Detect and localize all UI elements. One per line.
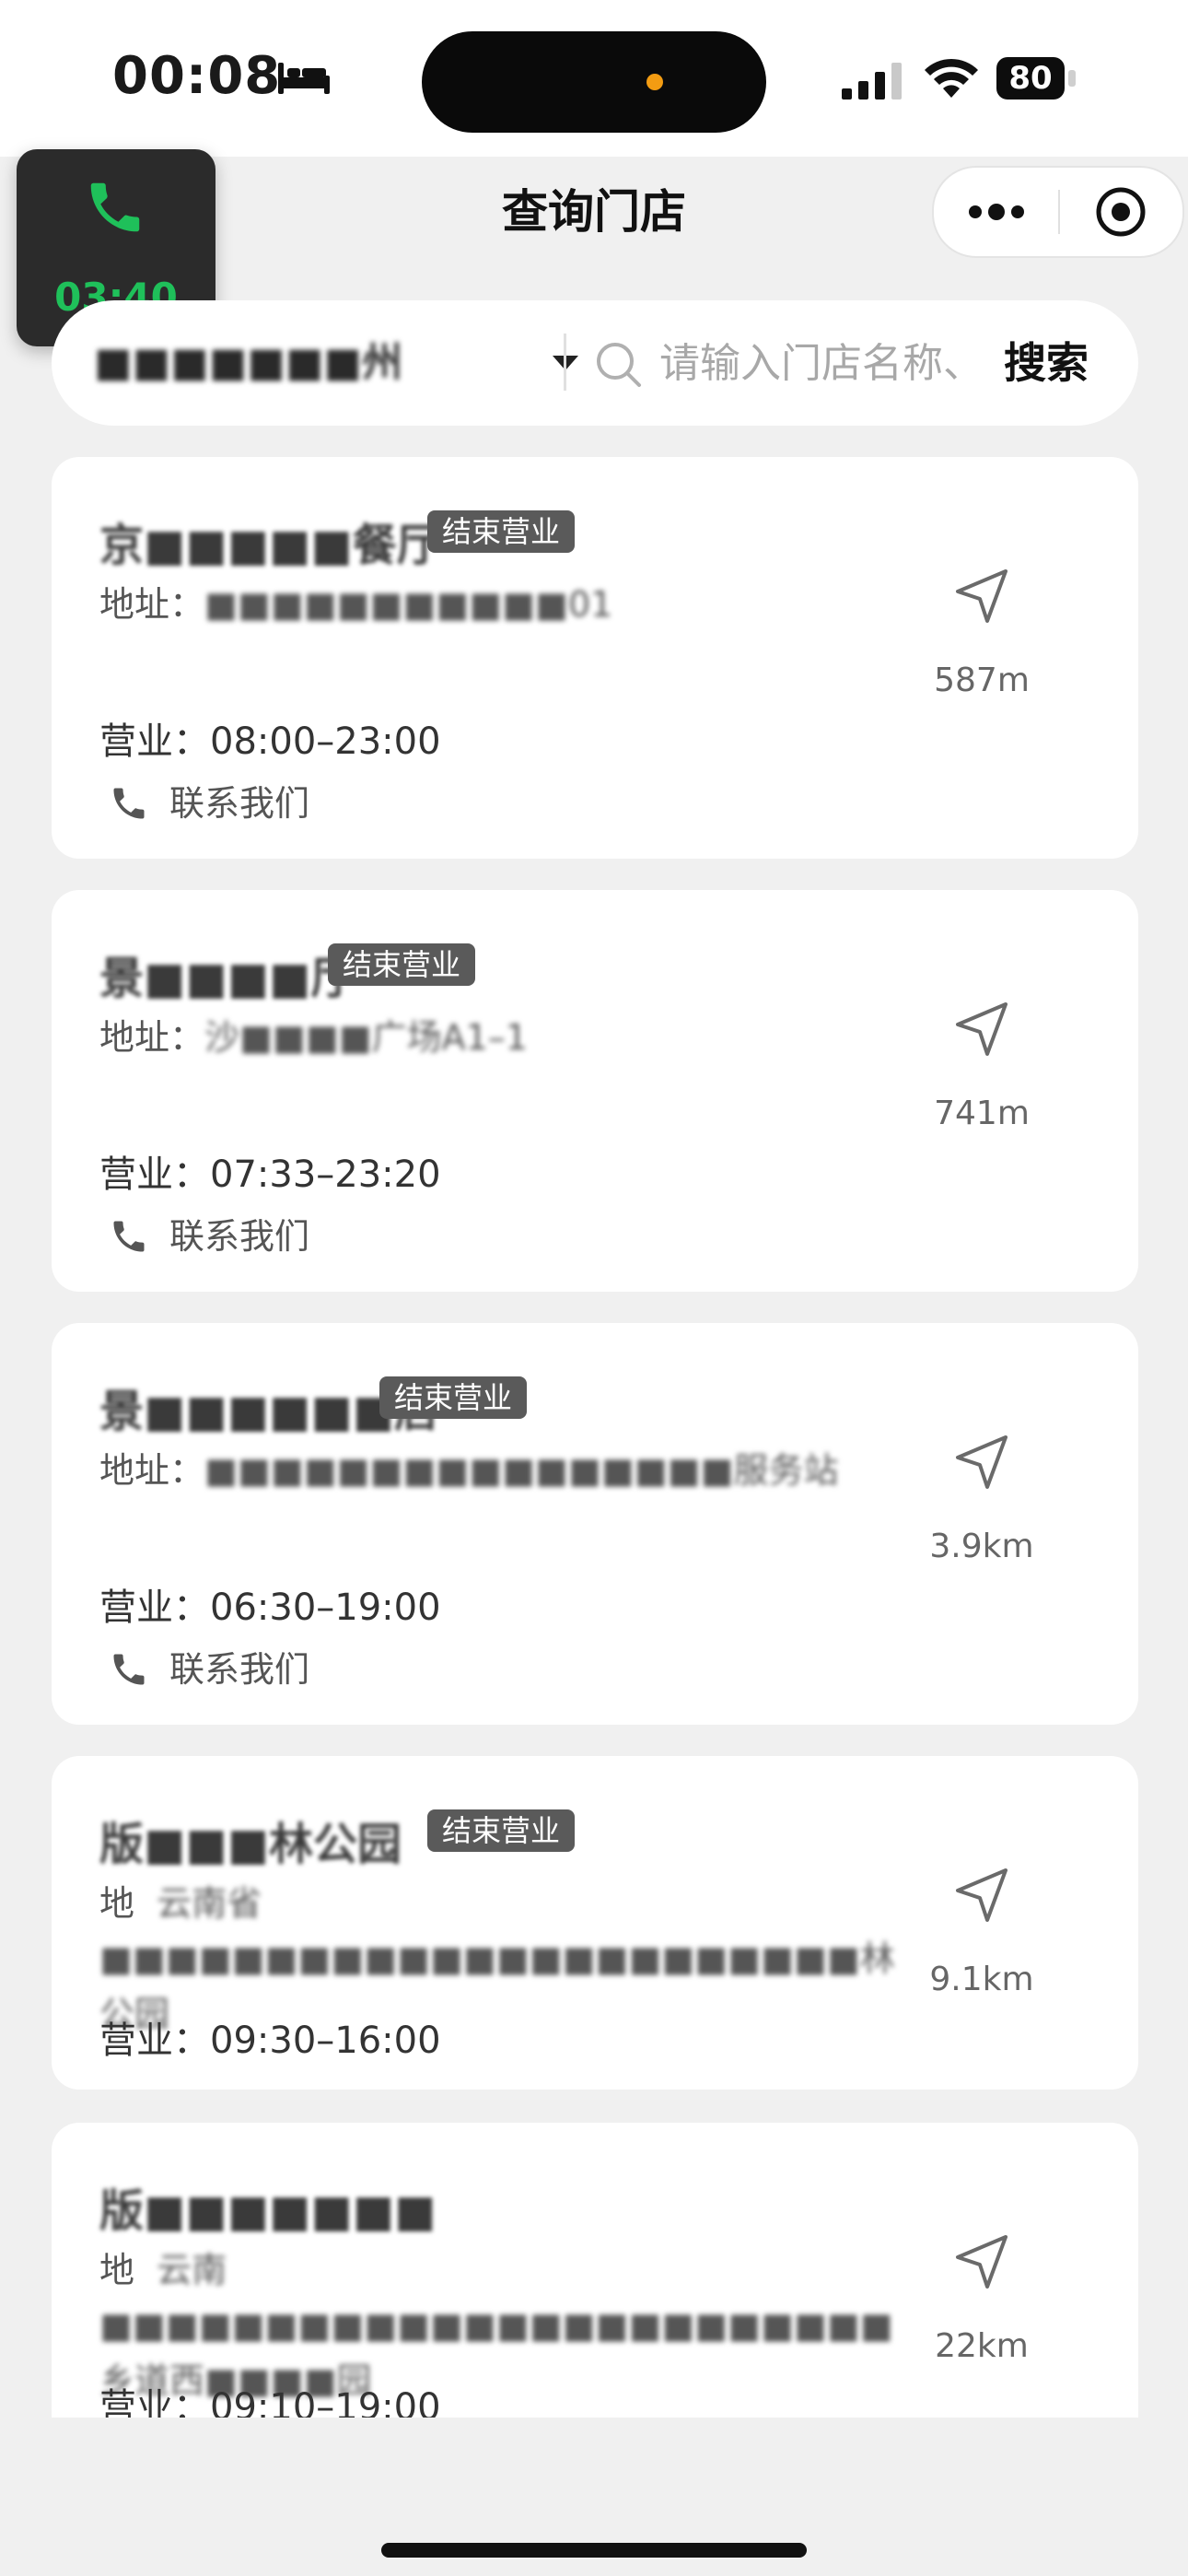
hours-label: 营业： xyxy=(99,2386,210,2418)
store-address: 地址：沙■■■■广场A1–1 xyxy=(99,1010,901,1065)
store-card[interactable]: 京■■■■■餐厅 结束营业 地址：■■■■■■■■■■■01 587m 营业：0… xyxy=(52,457,1138,859)
address-label: 地 xyxy=(99,2250,135,2290)
hours-value: 08:00–23:00 xyxy=(210,720,441,763)
contact-us-label: 联系我们 xyxy=(169,783,310,824)
close-miniprogram-button[interactable] xyxy=(1060,168,1182,256)
store-hours: 营业：09:30–16:00 xyxy=(99,2010,441,2064)
wifi-icon xyxy=(925,58,978,98)
hours-value: 09:10–19:00 xyxy=(210,2386,441,2418)
search-button[interactable]: 搜索 xyxy=(1004,332,1124,394)
store-address: 地址：■■■■■■■■■■■01 xyxy=(99,577,901,632)
navigate-arrow-icon[interactable] xyxy=(950,1863,1015,1927)
navigate-arrow-icon[interactable] xyxy=(950,2230,1015,2294)
status-badge: 结束营业 xyxy=(427,1809,576,1852)
status-bar: 00:08 80 xyxy=(0,0,1188,157)
address-value: ■■■■■■■■■■■■■■■■服务站 xyxy=(204,1450,839,1491)
more-dots-icon xyxy=(969,204,1024,220)
city-selector-label: ■■■■■■■州 xyxy=(94,339,403,386)
store-address: 地址：■■■■■■■■■■■■■■■■服务站 xyxy=(99,1443,901,1498)
contact-us-link[interactable]: 联系我们 xyxy=(99,1211,339,1262)
home-indicator[interactable] xyxy=(381,2543,807,2558)
address-value: 沙■■■■广场A1–1 xyxy=(204,1017,528,1058)
hours-label: 营业： xyxy=(99,2020,210,2062)
status-badge: 结束营业 xyxy=(328,943,476,986)
status-time: 00:08 xyxy=(112,46,282,106)
battery-tip xyxy=(1068,70,1076,87)
store-distance: 587m xyxy=(934,662,1030,699)
store-card[interactable]: 版■■■林公园 结束营业 地 云南省■■■■■■■■■■■■■■■■■■■■■■… xyxy=(52,1756,1138,2090)
more-button[interactable] xyxy=(934,168,1058,256)
store-search-input[interactable] xyxy=(659,332,1037,394)
store-card[interactable]: 景■■■■厅 结束营业 地址：沙■■■■广场A1–1 741m 营业：07:33… xyxy=(52,890,1138,1292)
hours-value: 06:30–19:00 xyxy=(210,1587,441,1629)
status-badge: 结束营业 xyxy=(427,510,576,553)
hours-value: 09:30–16:00 xyxy=(210,2020,441,2062)
target-close-icon xyxy=(1096,187,1146,237)
store-distance: 741m xyxy=(934,1095,1030,1132)
navigate-arrow-icon[interactable] xyxy=(950,564,1015,628)
search-icon xyxy=(597,343,641,387)
search-divider xyxy=(564,334,566,391)
city-selector[interactable]: ■■■■■■■州 xyxy=(94,332,610,394)
hours-label: 营业： xyxy=(99,720,210,763)
address-label: 地 xyxy=(99,1883,135,1924)
miniprogram-capsule xyxy=(932,166,1184,258)
contact-us-link[interactable]: 联系我们 xyxy=(99,1644,339,1695)
dynamic-island xyxy=(422,31,766,133)
navigate-arrow-icon[interactable] xyxy=(950,1430,1015,1494)
hours-value: 07:33–23:20 xyxy=(210,1153,441,1196)
cellular-signal-icon xyxy=(842,63,902,100)
contact-us-label: 联系我们 xyxy=(169,1216,310,1257)
bed-icon xyxy=(278,63,330,94)
store-hours: 营业：08:00–23:00 xyxy=(99,711,441,765)
address-label: 地址： xyxy=(99,1017,205,1058)
contact-us-link[interactable]: 联系我们 xyxy=(99,778,339,829)
navigate-arrow-icon[interactable] xyxy=(950,997,1015,1061)
status-badge: 结束营业 xyxy=(379,1376,528,1419)
store-name: 京■■■■■餐厅 xyxy=(99,520,441,571)
store-hours: 营业：09:10–19:00 xyxy=(99,2377,441,2418)
phone-call-icon xyxy=(90,182,140,232)
phone-icon xyxy=(113,1221,145,1252)
store-card[interactable]: 景■■■■■■店 结束营业 地址：■■■■■■■■■■■■■■■■服务站 3.9… xyxy=(52,1323,1138,1725)
search-bar: ■■■■■■■州 搜索 xyxy=(52,300,1138,426)
mic-indicator xyxy=(646,74,663,90)
address-label: 地址： xyxy=(99,584,205,625)
store-distance: 3.9km xyxy=(929,1528,1034,1565)
store-list: 京■■■■■餐厅 结束营业 地址：■■■■■■■■■■■01 587m 营业：0… xyxy=(52,457,1138,2418)
address-label: 地址： xyxy=(99,1450,205,1491)
store-card[interactable]: 版■■■■■■■ 地 云南■■■■■■■■■■■■■■■■■■■■■■■■乡道西… xyxy=(52,2123,1138,2418)
battery-indicator: 80 xyxy=(996,57,1065,100)
hours-label: 营业： xyxy=(99,1587,210,1629)
store-name: 景■■■■厅 xyxy=(99,953,355,1004)
store-hours: 营业：06:30–19:00 xyxy=(99,1577,441,1631)
hours-label: 营业： xyxy=(99,1153,210,1196)
store-name: 版■■■■■■■ xyxy=(99,2185,437,2237)
store-distance: 22km xyxy=(935,2327,1029,2365)
phone-icon xyxy=(113,788,145,819)
phone-icon xyxy=(113,1654,145,1685)
contact-us-label: 联系我们 xyxy=(169,1649,310,1690)
store-distance: 9.1km xyxy=(929,1961,1034,1998)
store-name: 版■■■林公园 xyxy=(99,1819,402,1870)
address-value: ■■■■■■■■■■■01 xyxy=(204,584,613,625)
store-hours: 营业：07:33–23:20 xyxy=(99,1144,441,1198)
